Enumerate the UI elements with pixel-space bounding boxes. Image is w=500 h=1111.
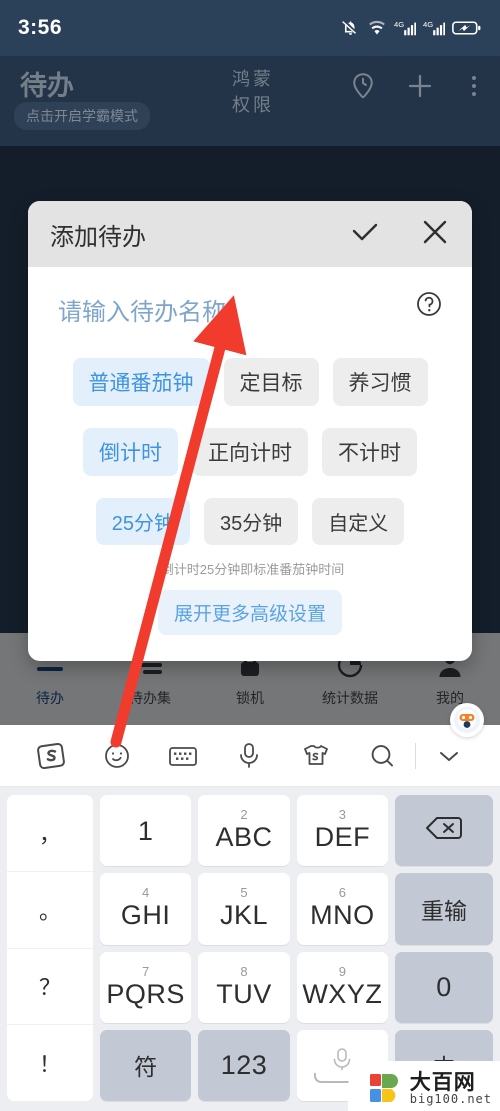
mute-icon — [342, 20, 357, 35]
check-icon[interactable] — [348, 217, 382, 252]
chip-pomodoro[interactable]: 普通番茄钟 — [72, 358, 210, 406]
skin-shirt-icon[interactable] — [283, 741, 349, 771]
scrim-header — [0, 56, 500, 146]
watermark: 大百网 big100.net — [347, 1061, 500, 1111]
sogou-keyboard: ， 。 ？ ！ 1 2 ABC 3 DEF 4 GHI 5 JKL 6 MNO … — [0, 703, 500, 1111]
key-period[interactable]: 。 — [7, 872, 93, 949]
key-1-label: 1 — [137, 815, 154, 846]
dialog-body: 普通番茄钟 定目标 养习惯 倒计时 正向计时 不计时 25分钟 35分钟 自定义… — [28, 267, 472, 661]
key-redo-label: 重输 — [421, 897, 467, 924]
dialog-title: 添加待办 — [50, 223, 146, 251]
signal-4g-2-icon: 4G — [423, 19, 445, 35]
mic-icon[interactable] — [216, 741, 282, 771]
key-2-abc[interactable]: 2 ABC — [198, 795, 290, 867]
chevron-down-icon[interactable] — [416, 743, 482, 769]
advanced-settings-row: 展开更多高级设置 — [56, 590, 444, 635]
key-8-sup: 8 — [240, 963, 248, 979]
key-9-label: WXYZ — [302, 978, 383, 1009]
key-6-label: MNO — [310, 900, 375, 931]
key-5-sup: 5 — [240, 885, 248, 901]
key-6-sup: 6 — [338, 885, 346, 901]
key-4-ghi[interactable]: 4 GHI — [100, 873, 192, 945]
key-0[interactable]: 0 — [395, 951, 493, 1023]
battery-charging-icon — [452, 21, 481, 35]
search-icon[interactable] — [349, 741, 415, 771]
signal-4g-1-icon: 4G — [394, 19, 416, 35]
duration-chip-row: 25分钟 35分钟 自定义 — [56, 498, 444, 545]
watermark-en: big100.net — [409, 1091, 492, 1106]
key-8-label: TUV — [216, 978, 272, 1009]
chip-set-goal[interactable]: 定目标 — [223, 358, 319, 406]
key-0-label: 0 — [436, 971, 452, 1002]
key-4-sup: 4 — [142, 885, 150, 901]
chip-custom[interactable]: 自定义 — [312, 498, 405, 545]
keyboard-icon[interactable] — [150, 743, 216, 769]
dialog-header-actions — [348, 217, 450, 252]
watermark-logo-icon — [369, 1074, 398, 1102]
todo-name-row — [56, 289, 444, 336]
expand-advanced-settings-button[interactable]: 展开更多高级设置 — [157, 590, 342, 635]
close-icon[interactable] — [420, 217, 450, 252]
chip-no-timing[interactable]: 不计时 — [322, 428, 417, 476]
key-4-label: GHI — [120, 900, 171, 931]
key-2-label: ABC — [215, 822, 273, 853]
key-8-tuv[interactable]: 8 TUV — [198, 951, 290, 1023]
key-9-sup: 9 — [338, 963, 346, 979]
emoji-icon[interactable] — [84, 741, 150, 771]
key-symbols[interactable]: 符 — [100, 1029, 192, 1101]
chip-countup[interactable]: 正向计时 — [192, 428, 308, 476]
phone-screen: 3:56 4G 4G 待办 点击开启学霸模式 鸿蒙 权限 添加待办 请输入待办名… — [0, 0, 500, 1111]
key-2-sup: 2 — [240, 807, 248, 823]
chip-35-min[interactable]: 35分钟 — [204, 498, 299, 545]
svg-text:4G: 4G — [423, 19, 433, 28]
help-circle-icon[interactable] — [414, 289, 444, 324]
key-comma[interactable]: ， — [7, 795, 93, 872]
key-3-sup: 3 — [338, 807, 346, 823]
key-7-pqrs[interactable]: 7 PQRS — [100, 951, 192, 1023]
mascot-avatar-icon[interactable] — [450, 703, 484, 737]
watermark-cn: 大百网 — [409, 1070, 476, 1094]
key-question[interactable]: ？ — [7, 949, 93, 1026]
wifi-icon — [369, 20, 385, 34]
status-bar: 3:56 4G 4G — [0, 0, 500, 56]
key-5-jkl[interactable]: 5 JKL — [198, 873, 290, 945]
todo-type-chip-row: 普通番茄钟 定目标 养习惯 — [56, 358, 444, 406]
key-numeric-mode-label: 123 — [220, 1049, 268, 1080]
keyboard-toolbar — [0, 703, 500, 787]
status-bar-clock: 3:56 — [18, 16, 63, 39]
timing-chip-row: 倒计时 正向计时 不计时 — [56, 428, 444, 476]
punctuation-column: ， 。 ？ ！ — [7, 795, 93, 1101]
watermark-text: 大百网 big100.net — [410, 1072, 492, 1105]
add-todo-dialog: 添加待办 请输入待办名称 普通番茄钟 定目标 养习惯 倒计时 正向计时 不计时 … — [28, 201, 472, 661]
chip-build-habit[interactable]: 养习惯 — [332, 358, 428, 406]
key-7-sup: 7 — [142, 963, 150, 979]
todo-name-field-wrap — [56, 297, 404, 336]
chip-25-min[interactable]: 25分钟 — [95, 498, 190, 545]
key-9-wxyz[interactable]: 9 WXYZ — [296, 951, 388, 1023]
key-symbols-label: 符 — [134, 1054, 158, 1081]
sogou-logo-icon[interactable] — [18, 739, 84, 773]
svg-text:4G: 4G — [394, 19, 404, 28]
key-5-label: JKL — [219, 900, 268, 931]
key-3-label: DEF — [314, 822, 371, 853]
key-3-def[interactable]: 3 DEF — [296, 795, 388, 867]
key-7-label: PQRS — [106, 978, 185, 1009]
dialog-header: 添加待办 — [28, 201, 472, 267]
todo-name-input[interactable] — [56, 297, 404, 336]
key-6-mno[interactable]: 6 MNO — [296, 873, 388, 945]
key-redo[interactable]: 重输 — [395, 873, 493, 945]
key-numeric-mode[interactable]: 123 — [198, 1029, 290, 1101]
key-exclamation[interactable]: ！ — [7, 1025, 93, 1101]
key-backspace[interactable] — [395, 795, 493, 867]
duration-hint: *倒计时25分钟即标准番茄钟时间 — [155, 562, 345, 577]
chip-countdown[interactable]: 倒计时 — [83, 428, 178, 476]
status-bar-icons: 4G 4G — [341, 19, 482, 38]
backspace-icon — [424, 813, 464, 848]
key-1[interactable]: 1 — [100, 795, 192, 867]
